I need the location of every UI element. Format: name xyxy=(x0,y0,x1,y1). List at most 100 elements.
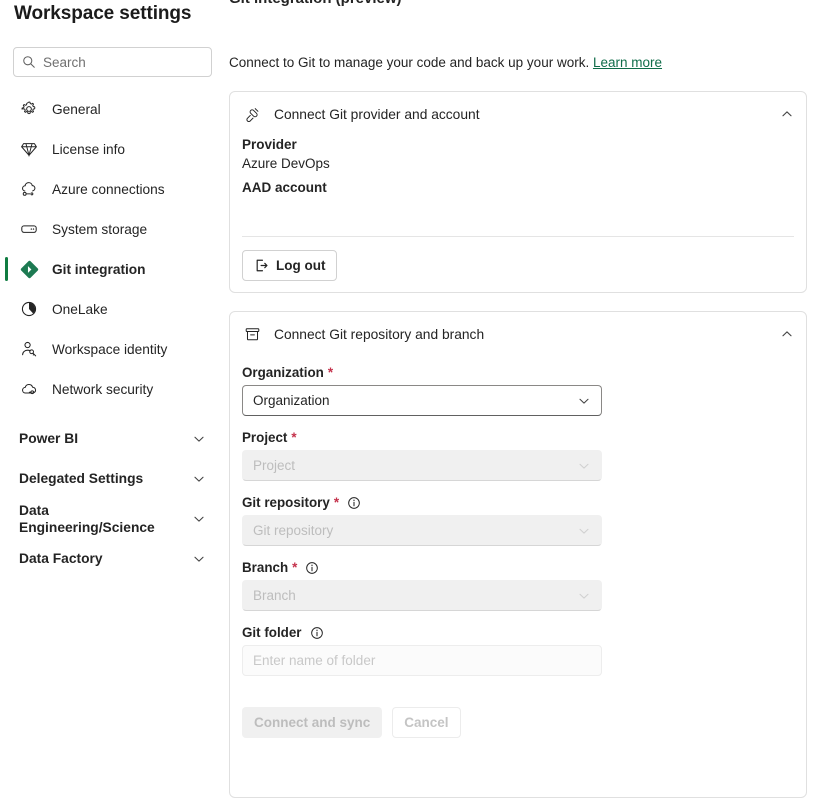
sidebar-item-label: Network security xyxy=(52,381,154,397)
page-title: Workspace settings xyxy=(14,3,192,24)
plug-icon xyxy=(242,104,262,124)
sidebar-item-workspace-identity[interactable]: Workspace identity xyxy=(0,329,225,369)
sidebar-item-label: Azure connections xyxy=(52,181,165,197)
cancel-button[interactable]: Cancel xyxy=(392,707,461,738)
sidebar-item-license-info[interactable]: License info xyxy=(0,129,225,169)
required-marker: * xyxy=(333,495,340,510)
storage-icon xyxy=(19,219,39,239)
repo-card-body: Organization * Organization Project * Pr… xyxy=(230,365,806,746)
description-text: Connect to Git to manage your code and b… xyxy=(229,55,590,70)
sidebar-item-label: License info xyxy=(52,141,126,157)
connect-git-provider-card: Connect Git provider and account Provide… xyxy=(229,91,807,293)
chevron-up-icon[interactable] xyxy=(780,107,794,121)
info-icon[interactable] xyxy=(347,496,361,510)
repo-card-actions: Connect and sync Cancel xyxy=(242,707,794,746)
sidebar-group-label: Delegated Settings xyxy=(19,471,144,487)
sidebar-nav: General License info Azure connections S… xyxy=(0,89,225,579)
nav-divider-space xyxy=(0,409,225,419)
field-git-folder: Git folder xyxy=(242,625,794,676)
sidebar-item-label: System storage xyxy=(52,221,148,237)
connect-and-sync-button[interactable]: Connect and sync xyxy=(242,707,383,738)
chevron-down-icon xyxy=(577,459,591,473)
log-out-button[interactable]: Log out xyxy=(242,250,338,281)
field-organization: Organization * Organization xyxy=(242,365,794,416)
settings-sidebar: General License info Azure connectio xyxy=(0,38,225,810)
sidebar-group-label: Power BI xyxy=(19,431,79,447)
project-placeholder: Project xyxy=(253,458,296,473)
branch-placeholder: Branch xyxy=(253,588,296,603)
gear-icon xyxy=(19,99,39,119)
organization-value: Organization xyxy=(253,393,330,408)
sidebar-group-label: Data Engineering/Science xyxy=(19,502,155,535)
git-repository-label: Git repository xyxy=(242,495,330,510)
chevron-down-icon xyxy=(577,589,591,603)
sidebar-item-git-integration[interactable]: Git integration xyxy=(0,249,225,289)
log-out-label: Log out xyxy=(276,258,326,273)
sidebar-group-data-factory[interactable]: Data Factory xyxy=(0,539,225,579)
box-icon xyxy=(242,324,262,344)
search-input[interactable] xyxy=(43,54,220,70)
provider-card-divider xyxy=(242,236,794,237)
gem-icon xyxy=(19,139,39,159)
sidebar-item-onelake[interactable]: OneLake xyxy=(0,289,225,329)
section-description: Connect to Git to manage your code and b… xyxy=(229,55,662,70)
cloud-lock-icon xyxy=(19,379,39,399)
chevron-down-icon xyxy=(192,512,206,526)
project-label: Project xyxy=(242,430,288,445)
field-branch: Branch * Branch xyxy=(242,560,794,611)
info-icon[interactable] xyxy=(310,626,324,640)
sidebar-item-network-security[interactable]: Network security xyxy=(0,369,225,409)
required-marker: * xyxy=(327,365,334,380)
chevron-down-icon xyxy=(192,472,206,486)
connect-git-repository-card: Connect Git repository and branch Organi… xyxy=(229,311,807,798)
provider-label: Provider xyxy=(242,137,297,152)
required-marker: * xyxy=(291,430,297,445)
git-repository-placeholder: Git repository xyxy=(253,523,334,538)
git-repository-label-row: Git repository * xyxy=(242,495,794,510)
sidebar-item-label: OneLake xyxy=(52,301,108,317)
chevron-down-icon xyxy=(577,524,591,538)
chevron-down-icon xyxy=(192,432,206,446)
organization-label: Organization xyxy=(242,365,324,380)
sidebar-group-data-engineering-science[interactable]: Data Engineering/Science xyxy=(0,499,225,539)
project-label-row: Project * xyxy=(242,430,794,445)
branch-label-row: Branch * xyxy=(242,560,794,575)
search-icon xyxy=(22,55,36,69)
branch-dropdown[interactable]: Branch xyxy=(242,580,602,611)
required-marker: * xyxy=(292,560,298,575)
info-icon[interactable] xyxy=(305,561,319,575)
provider-card-body: Provider Azure DevOps AAD account Log ou… xyxy=(230,137,806,281)
sidebar-group-power-bi[interactable]: Power BI xyxy=(0,419,225,459)
repo-card-title: Connect Git repository and branch xyxy=(274,326,485,342)
cloud-connection-icon xyxy=(19,179,39,199)
sidebar-group-delegated-settings[interactable]: Delegated Settings xyxy=(0,459,225,499)
field-project: Project * Project xyxy=(242,430,794,481)
sidebar-item-general[interactable]: General xyxy=(0,89,225,129)
branch-label: Branch xyxy=(242,560,289,575)
git-folder-input[interactable] xyxy=(242,645,602,676)
project-dropdown[interactable]: Project xyxy=(242,450,602,481)
sign-out-icon xyxy=(254,258,269,273)
learn-more-link[interactable]: Learn more xyxy=(593,55,662,70)
sidebar-item-system-storage[interactable]: System storage xyxy=(0,209,225,249)
person-key-icon xyxy=(19,339,39,359)
sidebar-item-label: General xyxy=(52,101,101,117)
git-folder-label: Git folder xyxy=(242,625,302,640)
chevron-down-icon xyxy=(192,552,206,566)
chevron-up-icon[interactable] xyxy=(780,327,794,341)
sidebar-item-label: Workspace identity xyxy=(52,341,168,357)
provider-card-title: Connect Git provider and account xyxy=(274,106,480,122)
provider-card-header[interactable]: Connect Git provider and account xyxy=(230,92,806,136)
git-repository-dropdown[interactable]: Git repository xyxy=(242,515,602,546)
onelake-icon xyxy=(19,299,39,319)
repo-card-header[interactable]: Connect Git repository and branch xyxy=(230,312,806,356)
provider-value: Azure DevOps xyxy=(242,156,330,171)
organization-dropdown[interactable]: Organization xyxy=(242,385,602,416)
field-git-repository: Git repository * Git repository xyxy=(242,495,794,546)
git-folder-label-row: Git folder xyxy=(242,625,794,640)
git-integration-panel: Git integration (preview) Connect to Git… xyxy=(225,0,825,810)
aad-account-label: AAD account xyxy=(242,180,327,195)
search-box[interactable] xyxy=(13,47,220,77)
chevron-down-icon xyxy=(577,394,591,408)
sidebar-item-azure-connections[interactable]: Azure connections xyxy=(0,169,225,209)
